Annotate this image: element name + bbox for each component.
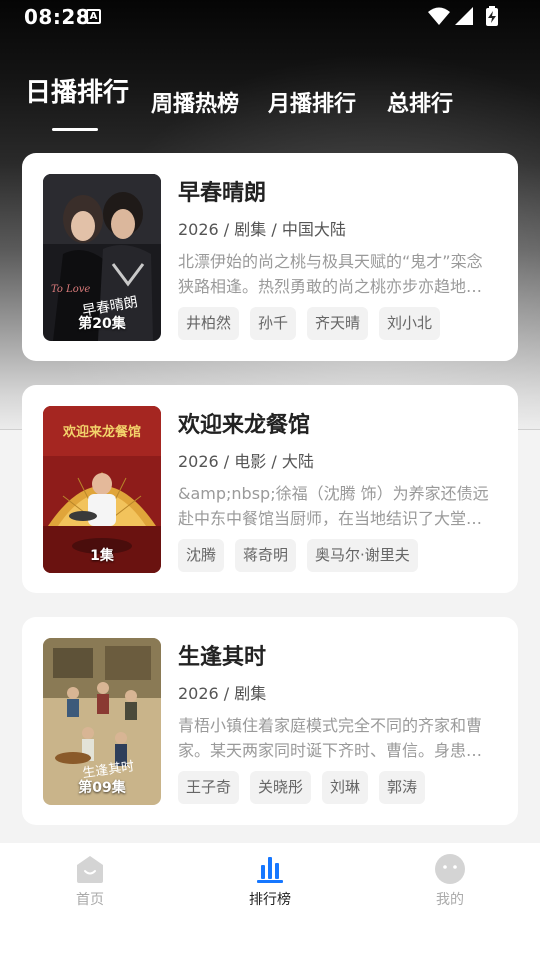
cast-tags: 沈腾 蒋奇明 奥马尔·谢里夫 xyxy=(178,539,418,572)
profile-icon xyxy=(435,854,465,884)
nav-label: 我的 xyxy=(436,892,464,908)
poster-image: 欢迎来龙餐馆 1集 xyxy=(43,406,161,573)
tab-monthly[interactable]: 月播排行 xyxy=(268,86,356,118)
cast-tag[interactable]: 奥马尔·谢里夫 xyxy=(307,539,418,572)
cast-tag[interactable]: 沈腾 xyxy=(178,539,225,572)
poster-image: To Love 早春晴朗 第20集 xyxy=(43,174,161,341)
list-item[interactable]: To Love 早春晴朗 第20集 早春晴朗 2026 / 剧集 / 中国大陆 … xyxy=(22,153,518,361)
cast-tag[interactable]: 刘琳 xyxy=(322,771,369,804)
status-bar: 08:28 A xyxy=(0,0,540,34)
nav-profile[interactable]: 我的 xyxy=(390,853,510,909)
item-description: &amp;nbsp;徐福（沈腾 饰）为养家还债远赴中东中餐馆当厨师，在当地结识了… xyxy=(178,484,489,528)
svg-text:欢迎来龙餐馆: 欢迎来龙餐馆 xyxy=(62,424,141,440)
tab-weekly[interactable]: 周播热榜 xyxy=(151,86,239,118)
item-title: 欢迎来龙餐馆 xyxy=(178,413,311,438)
nav-home[interactable]: 首页 xyxy=(30,853,150,909)
cast-tag[interactable]: 刘小北 xyxy=(379,307,441,340)
item-meta: 2026 / 电影 / 大陆 xyxy=(178,452,314,471)
notification-icon: A xyxy=(86,9,101,24)
item-meta: 2026 / 剧集 / 中国大陆 xyxy=(178,220,346,239)
cast-tag[interactable]: 孙千 xyxy=(250,307,297,340)
nav-label: 首页 xyxy=(76,892,104,908)
cast-tag[interactable]: 蒋奇明 xyxy=(235,539,297,572)
cast-tags: 王子奇 关晓彤 刘琳 郭涛 xyxy=(178,771,426,804)
signal-icon xyxy=(455,7,473,25)
episode-badge: 第09集 xyxy=(78,780,126,796)
list-item[interactable]: 生逢其时 第09集 生逢其时 2026 / 剧集 青梧小镇住着家庭模式完全不同的… xyxy=(22,617,518,825)
item-meta: 2026 / 剧集 xyxy=(178,684,267,703)
battery-charging-icon xyxy=(486,6,498,26)
cast-tag[interactable]: 齐天晴 xyxy=(307,307,369,340)
item-description: 北漂伊始的尚之桃与极具天赋的“鬼才”栾念狭路相逢。热烈勇敢的尚之桃亦步亦趋地… xyxy=(178,252,483,296)
tab-daily[interactable]: 日播排行 xyxy=(25,72,129,109)
poster-image: 生逢其时 第09集 xyxy=(43,638,161,805)
cast-tag[interactable]: 王子奇 xyxy=(178,771,240,804)
active-tab-indicator xyxy=(52,128,98,131)
ranking-chart-icon xyxy=(257,857,283,883)
ranking-tabs: 日播排行 周播热榜 月播排行 总排行 xyxy=(0,74,540,134)
item-title: 生逢其时 xyxy=(178,645,267,670)
item-title: 早春晴朗 xyxy=(178,181,267,206)
cast-tags: 井柏然 孙千 齐天晴 刘小北 xyxy=(178,307,441,340)
cast-tag[interactable]: 井柏然 xyxy=(178,307,240,340)
list-item[interactable]: 欢迎来龙餐馆 1集 欢迎来龙餐馆 2026 / 电影 / 大陆 &amp;nbs… xyxy=(22,385,518,593)
wifi-icon xyxy=(428,7,450,25)
cast-tag[interactable]: 关晓彤 xyxy=(250,771,312,804)
status-icons xyxy=(428,6,500,26)
svg-text:To Love: To Love xyxy=(51,284,90,295)
cast-tag[interactable]: 郭涛 xyxy=(379,771,426,804)
episode-badge: 1集 xyxy=(90,548,114,564)
nav-ranking[interactable]: 排行榜 xyxy=(210,853,330,909)
bottom-nav: 首页 排行榜 我的 xyxy=(0,843,540,960)
status-time: 08:28 xyxy=(24,5,91,29)
episode-badge: 第20集 xyxy=(78,316,126,332)
home-icon xyxy=(77,856,103,883)
item-description: 青梧小镇住着家庭模式完全不同的齐家和曹家。某天两家同时诞下齐时、曹信。身患… xyxy=(178,716,483,760)
tab-total[interactable]: 总排行 xyxy=(387,86,453,118)
nav-label: 排行榜 xyxy=(249,892,291,908)
